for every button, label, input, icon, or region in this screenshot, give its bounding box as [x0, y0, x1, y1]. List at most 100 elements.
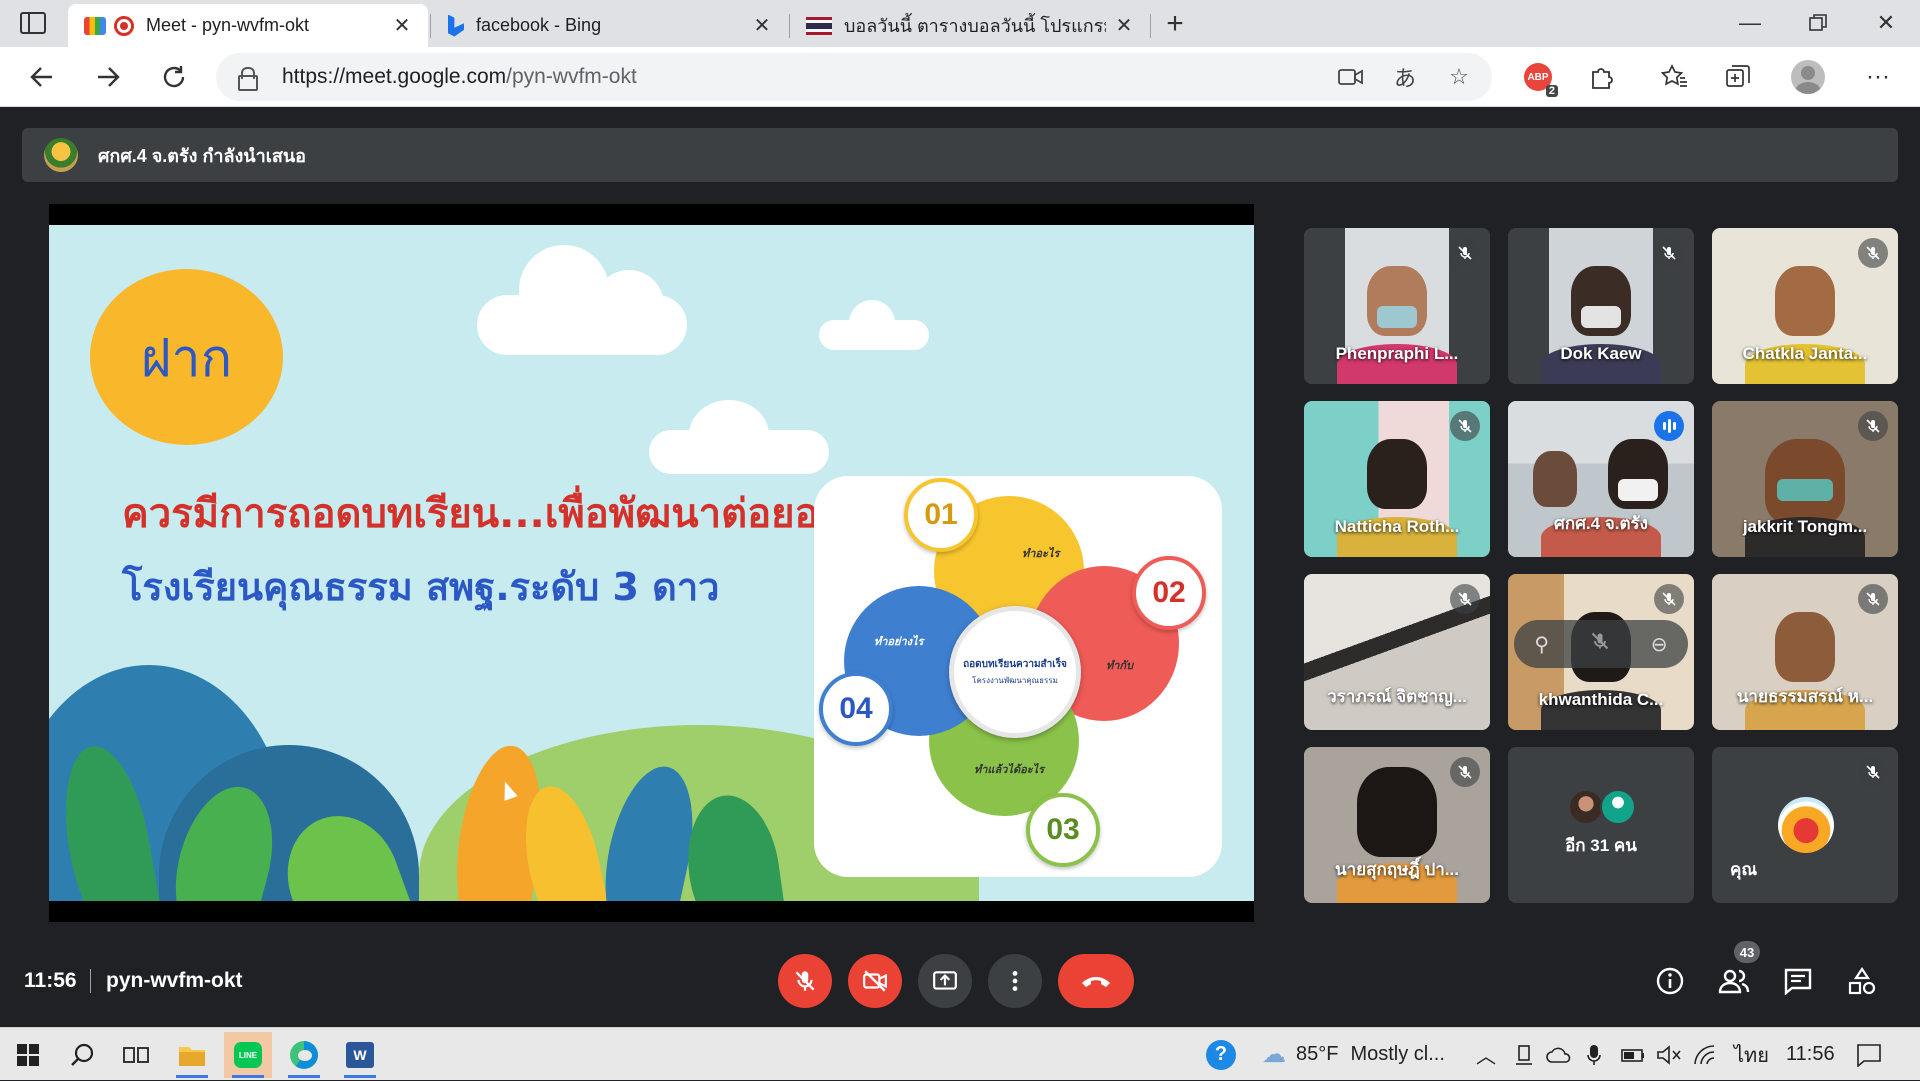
more-participants-avatars: [1568, 789, 1636, 825]
puzzle-icon[interactable]: [1582, 57, 1622, 97]
show-hidden-icons-icon[interactable]: ︿: [1476, 1028, 1496, 1081]
microphone-toggle-button[interactable]: [778, 954, 832, 1008]
word-app-icon[interactable]: W: [336, 1032, 384, 1078]
chat-icon[interactable]: [1778, 961, 1818, 1001]
activities-icon[interactable]: [1842, 961, 1882, 1001]
more-options-button[interactable]: [988, 954, 1042, 1008]
participant-tile[interactable]: ⚲ ⊖ khwanthida C...: [1508, 574, 1694, 730]
back-arrow-icon[interactable]: [20, 55, 64, 99]
battery-icon[interactable]: [1620, 1028, 1646, 1081]
edge-browser-icon[interactable]: [280, 1032, 328, 1078]
pin-icon[interactable]: ⚲: [1534, 632, 1549, 657]
close-tab-icon[interactable]: ✕: [1114, 13, 1134, 38]
participant-tile[interactable]: นายสุกฤษฎิ์ ปา...: [1304, 747, 1490, 903]
search-icon[interactable]: [58, 1032, 106, 1078]
tile-hover-controls[interactable]: ⚲ ⊖: [1514, 620, 1688, 668]
participant-tile[interactable]: วราภรณ์ จิตชาญ...: [1304, 574, 1490, 730]
tab-title: facebook - Bing: [476, 15, 602, 35]
participant-tile[interactable]: jakkrit Tongm...: [1712, 401, 1898, 557]
mute-participant-icon[interactable]: [1590, 631, 1610, 657]
taskbar-clock[interactable]: 11:56: [1786, 1028, 1835, 1081]
more-dots-icon[interactable]: ···: [1858, 57, 1898, 97]
volume-muted-icon[interactable]: [1656, 1028, 1682, 1081]
camera-icon[interactable]: [1336, 63, 1366, 91]
tab-football[interactable]: บอลวันนี้ ตารางบอลวันนี้ โปรแกรมบอล ✕: [790, 4, 1150, 47]
file-explorer-icon[interactable]: [168, 1032, 216, 1078]
address-bar[interactable]: https://meet.google.com/pyn-wvfm-okt あ ☆: [216, 53, 1492, 101]
remove-participant-icon[interactable]: ⊖: [1651, 632, 1668, 657]
number-badge-03: 03: [1026, 793, 1100, 867]
camera-off-icon: [863, 970, 887, 992]
close-window-icon[interactable]: ✕: [1852, 0, 1920, 46]
weather-cloud-icon: ☁: [1262, 1041, 1286, 1068]
mic-off-icon: [1858, 238, 1888, 268]
minimize-window-icon[interactable]: —: [1716, 0, 1784, 46]
mic-off-icon: [1858, 584, 1888, 614]
collections-icon[interactable]: [1718, 57, 1758, 97]
bing-favicon-icon: [448, 14, 464, 37]
meeting-info-icon[interactable]: [1650, 961, 1690, 1001]
adblock-extension-icon[interactable]: ABP 2: [1518, 57, 1558, 97]
presenter-logo-icon: [44, 138, 78, 172]
profile-avatar[interactable]: [1788, 57, 1828, 97]
onedrive-cloud-icon[interactable]: [1546, 1028, 1572, 1081]
petal-label: ทำแล้วได้อะไร: [974, 763, 1045, 776]
more-vertical-icon: [1012, 971, 1018, 991]
tab-meet[interactable]: Meet - pyn-wvfm-okt ✕: [68, 4, 428, 47]
meeting-code[interactable]: pyn-wvfm-okt: [106, 969, 243, 993]
add-favorite-icon[interactable]: ☆: [1444, 63, 1474, 91]
participant-tile[interactable]: Chatkla Janta...: [1712, 228, 1898, 384]
new-tab-icon[interactable]: +: [1160, 4, 1190, 44]
reload-icon[interactable]: [152, 55, 196, 99]
extension-badge: 2: [1545, 85, 1558, 97]
leave-call-button[interactable]: [1058, 954, 1134, 1008]
tab-actions-icon[interactable]: [20, 12, 46, 34]
self-name: คุณ: [1730, 860, 1758, 879]
more-participants-tile[interactable]: อีก 31 คน: [1508, 747, 1694, 903]
favorites-icon[interactable]: [1654, 57, 1694, 97]
forward-arrow-icon[interactable]: [86, 55, 130, 99]
participant-name: Chatkla Janta...: [1742, 344, 1868, 363]
input-language[interactable]: ไทย: [1734, 1028, 1769, 1081]
tab-separator: [1150, 14, 1151, 38]
close-tab-icon[interactable]: ✕: [752, 13, 772, 38]
participant-tile[interactable]: Dok Kaew: [1508, 228, 1694, 384]
participant-tile[interactable]: Phenpraphi L...: [1304, 228, 1490, 384]
translate-icon[interactable]: あ: [1390, 63, 1420, 91]
participant-tile[interactable]: นายธรรมสรณ์ ห...: [1712, 574, 1898, 730]
notifications-icon[interactable]: [1856, 1028, 1882, 1081]
people-icon[interactable]: [1714, 961, 1754, 1001]
self-tile[interactable]: คุณ: [1712, 747, 1898, 903]
windows-start-icon[interactable]: [4, 1032, 52, 1078]
url-text[interactable]: https://meet.google.com/pyn-wvfm-okt: [282, 65, 637, 89]
participant-tile-speaking[interactable]: ศกศ.4 จ.ตรัง: [1508, 401, 1694, 557]
meet-favicon-icon: [84, 16, 106, 35]
cloud-shape: [519, 245, 609, 335]
close-tab-icon[interactable]: ✕: [392, 13, 412, 38]
petal-label: ทำอย่างไร: [874, 635, 924, 648]
tab-bing[interactable]: facebook - Bing ✕: [432, 4, 788, 47]
task-view-icon[interactable]: [112, 1032, 160, 1078]
presenter-text: ศกศ.4 จ.ตรัง กำลังนำเสนอ: [98, 145, 306, 166]
participant-tile[interactable]: Natticha Roth...: [1304, 401, 1490, 557]
restore-window-icon[interactable]: [1784, 0, 1852, 46]
number-badge-01: 01: [904, 478, 978, 552]
wifi-icon[interactable]: [1692, 1028, 1718, 1081]
speaking-indicator-icon: [1654, 411, 1684, 441]
mic-off-icon: [1450, 238, 1480, 268]
line-app-icon[interactable]: LINE: [224, 1032, 272, 1078]
badge-number: 04: [839, 692, 873, 725]
lock-icon[interactable]: [238, 67, 258, 91]
microphone-tray-icon[interactable]: [1586, 1028, 1602, 1081]
help-icon[interactable]: ?: [1206, 1028, 1236, 1081]
avatar: [1778, 797, 1834, 853]
camera-toggle-button[interactable]: [848, 954, 902, 1008]
cloud-shape: [849, 300, 895, 346]
device-icon[interactable]: [1514, 1028, 1534, 1081]
participant-name: jakkrit Tongm...: [1742, 517, 1868, 536]
diagram-center: ถอดบทเรียนความสำเร็จ โครงงานพัฒนาคุณธรรม: [949, 606, 1081, 738]
present-screen-button[interactable]: [918, 954, 972, 1008]
weather-widget[interactable]: ☁ 85°F Mostly cl...: [1262, 1028, 1445, 1081]
participant-name: วราภรณ์ จิตชาญ...: [1327, 687, 1467, 706]
presentation-frame[interactable]: ฝาก ควรมีการถอดบทเรียน...เพื่อพัฒนาต่อยอ…: [49, 204, 1254, 922]
